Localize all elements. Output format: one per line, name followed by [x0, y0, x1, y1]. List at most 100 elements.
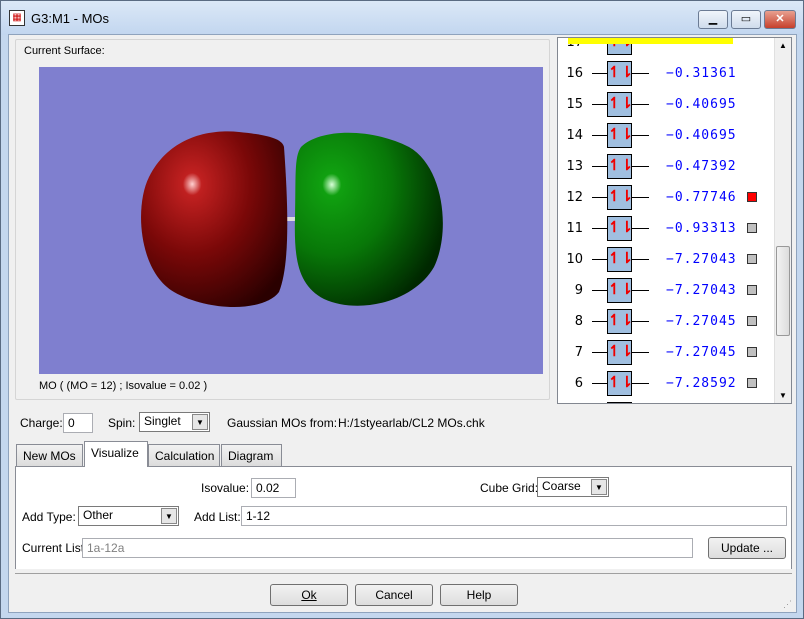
update-button[interactable]: Update ... [708, 537, 786, 559]
window-title: G3:M1 - MOs [31, 11, 110, 26]
electron-pair-icon: ↿⇂ [607, 247, 633, 272]
add-type-select[interactable]: Other ▼ [78, 506, 179, 526]
client-area: Current Surface: MO ( (MO = 12) ; Isoval… [8, 34, 797, 613]
mo-row[interactable]: 16 ↿⇂ −0.31361 [558, 61, 773, 87]
mo-energy: −0.40695 [666, 128, 737, 143]
mo-info-text: MO ( (MO = 12) ; Isovalue = 0.02 ) [39, 380, 208, 392]
cancel-button[interactable]: Cancel [355, 584, 433, 606]
mo-row[interactable]: 10 ↿⇂ −7.27043 [558, 247, 773, 273]
cube-grid-select[interactable]: Coarse ▼ [537, 477, 609, 497]
mo-row[interactable]: 14 ↿⇂ −0.40695 [558, 123, 773, 149]
level-line [592, 259, 607, 260]
mo-row[interactable]: 13 ↿⇂ −0.47392 [558, 154, 773, 180]
scrollbar-thumb[interactable] [776, 246, 790, 336]
source-file: H:/1styearlab/CL2 MOs.chk [338, 416, 485, 430]
electron-pair-icon: ↿⇂ [607, 154, 633, 179]
vertical-scrollbar[interactable]: ▲ ▼ [774, 38, 791, 403]
chevron-down-icon[interactable]: ▼ [591, 479, 607, 495]
mo-surface-render [141, 131, 443, 307]
spin-select[interactable]: Singlet ▼ [139, 412, 210, 432]
tab-new-mos[interactable]: New MOs [16, 444, 83, 466]
current-list-label: Current List: [22, 541, 88, 555]
level-line [592, 104, 607, 105]
red-lobe [141, 131, 288, 307]
help-button[interactable]: Help [440, 584, 518, 606]
close-button[interactable]: ✕ [764, 10, 796, 29]
tab-calculation[interactable]: Calculation [148, 444, 220, 466]
level-line [592, 290, 607, 291]
mo-number: 16 [566, 66, 583, 81]
tab-diagram[interactable]: Diagram [221, 444, 282, 466]
chevron-down-icon[interactable]: ▼ [161, 508, 177, 524]
tab-visualize[interactable]: Visualize [84, 441, 148, 467]
mo-energy: −0.47392 [666, 159, 737, 174]
scroll-down-icon[interactable]: ▼ [779, 391, 787, 400]
level-line [592, 228, 607, 229]
mo-row[interactable]: 5 ↿⇂ −7.28592 [558, 402, 773, 403]
mo-row[interactable]: 15 ↿⇂ −0.40695 [558, 92, 773, 118]
level-line [592, 383, 607, 384]
mo-number: 6 [574, 376, 583, 391]
level-line [632, 73, 649, 74]
mo-number: 8 [574, 314, 583, 329]
mo-number: 15 [566, 97, 583, 112]
level-line [632, 321, 649, 322]
mo-number: 12 [566, 190, 583, 205]
mo-energy: −7.27045 [666, 314, 737, 329]
electron-pair-icon: ↿⇂ [607, 92, 633, 117]
electron-pair-icon: ↿⇂ [607, 309, 633, 334]
mo-energy: −7.27043 [666, 252, 737, 267]
mo-select-checkbox[interactable] [747, 192, 757, 202]
mo-select-checkbox[interactable] [747, 285, 757, 295]
add-type-label: Add Type: [22, 510, 76, 524]
level-line [632, 352, 649, 353]
mo-select-checkbox[interactable] [747, 223, 757, 233]
mo-energy-list[interactable]: 17 ↿⇂ 16 ↿⇂ −0.3136115 ↿⇂ −0.4069514 ↿⇂ … [557, 37, 792, 404]
level-line [592, 197, 607, 198]
mo-row[interactable]: 9 ↿⇂ −7.27043 [558, 278, 773, 304]
visualize-panel: Isovalue: 0.02 Cube Grid: Coarse ▼ Add Ty… [15, 466, 792, 569]
mo-row[interactable]: 6 ↿⇂ −7.28592 [558, 371, 773, 397]
level-line [592, 321, 607, 322]
isovalue-input[interactable]: 0.02 [251, 478, 296, 498]
add-list-input[interactable]: 1-12 [241, 506, 787, 526]
scroll-up-icon[interactable]: ▲ [779, 41, 787, 50]
mo-number: 13 [566, 159, 583, 174]
current-surface-label: Current Surface: [24, 45, 105, 57]
chevron-down-icon[interactable]: ▼ [192, 414, 208, 430]
electron-pair-icon: ↿⇂ [607, 402, 632, 403]
isovalue-label: Isovalue: [201, 481, 250, 495]
mo-energy: −0.77746 [666, 190, 737, 205]
mo-row[interactable]: 8 ↿⇂ −7.27045 [558, 309, 773, 335]
mo-select-checkbox[interactable] [747, 316, 757, 326]
charge-input[interactable]: 0 [63, 413, 93, 433]
mo-select-checkbox[interactable] [747, 378, 757, 388]
level-line [632, 166, 649, 167]
level-line [632, 259, 649, 260]
maximize-button[interactable]: ▭ [731, 10, 761, 29]
mo-row[interactable]: 12 ↿⇂ −0.77746 [558, 185, 773, 211]
mo-number: 14 [566, 128, 583, 143]
gaussview-icon: ▦ [9, 10, 25, 26]
source-label: Gaussian MOs from: [227, 416, 338, 430]
mo-row[interactable]: 11 ↿⇂ −0.93313 [558, 216, 773, 242]
mo-select-checkbox[interactable] [747, 347, 757, 357]
electron-pair-icon: ↿⇂ [607, 371, 633, 396]
minimize-button[interactable]: ▁ [698, 10, 728, 29]
resize-grip-icon[interactable]: ⋰ [783, 599, 792, 610]
surface-viewer[interactable] [39, 67, 543, 374]
level-line [592, 352, 607, 353]
current-list-input[interactable]: 1a-12a [82, 538, 693, 558]
level-line [632, 104, 649, 105]
level-line [632, 228, 649, 229]
selection-highlight [568, 38, 733, 44]
charge-label: Charge: [20, 416, 63, 430]
level-line [632, 290, 649, 291]
mo-select-checkbox[interactable] [747, 254, 757, 264]
mo-row[interactable]: 7 ↿⇂ −7.27045 [558, 340, 773, 366]
ok-button[interactable]: Ok [270, 584, 348, 606]
mo-energy: −7.27043 [666, 283, 737, 298]
mo-energy: −0.93313 [666, 221, 737, 236]
spin-label: Spin: [108, 416, 136, 430]
electron-pair-icon: ↿⇂ [607, 340, 633, 365]
